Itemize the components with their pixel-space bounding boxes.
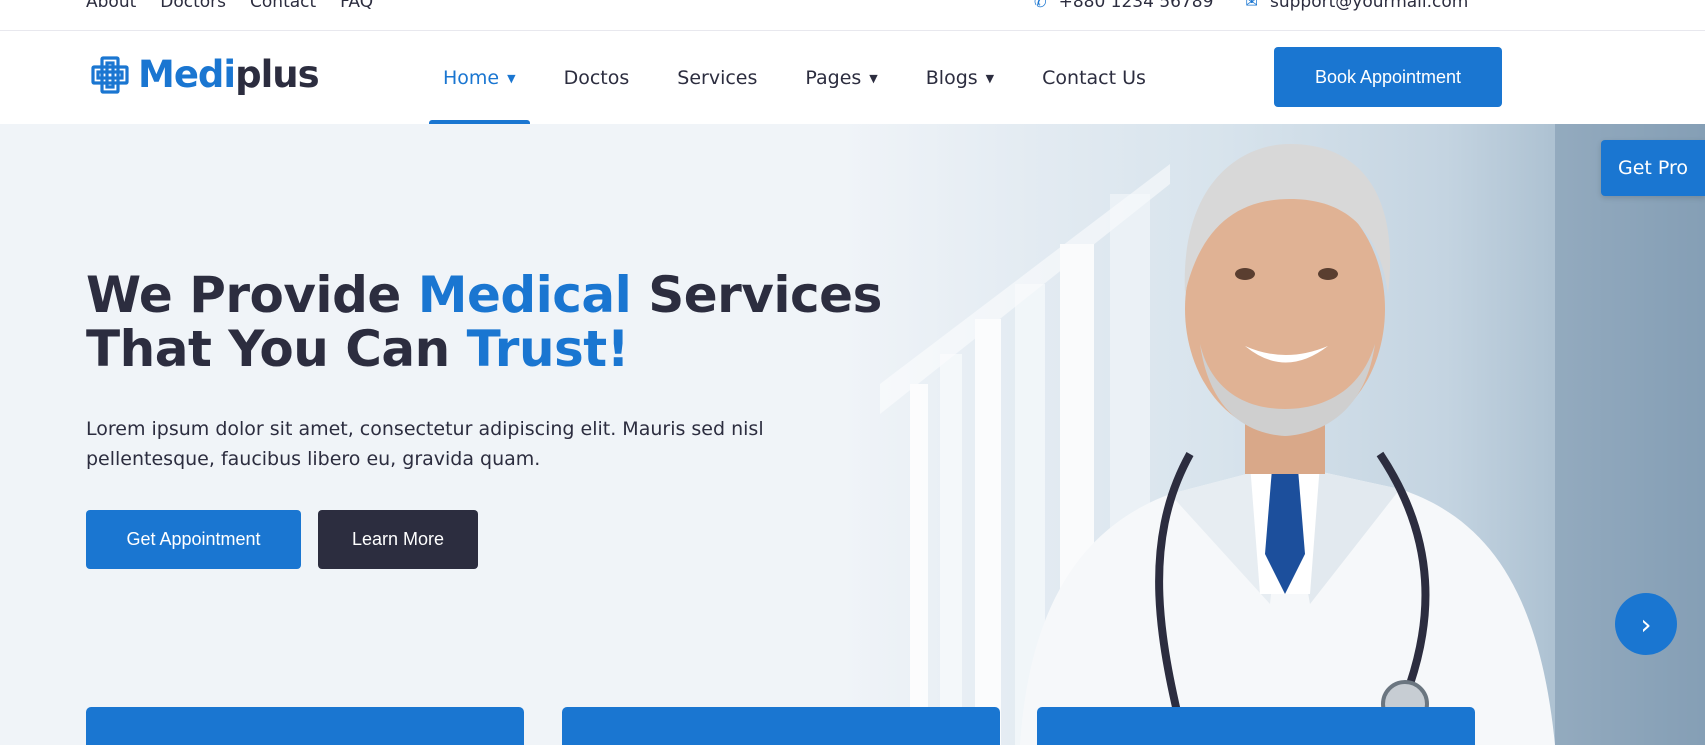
feature-card-2 — [562, 707, 1000, 745]
feature-card-1 — [86, 707, 524, 745]
brand-name: Mediplus — [138, 53, 320, 96]
top-link-faq[interactable]: FAQ — [340, 0, 373, 12]
nav-item-home[interactable]: Home ▼ — [429, 31, 530, 124]
hero-title-part-3: That You Can — [86, 320, 467, 378]
medical-cross-icon — [91, 55, 129, 94]
slider-next-button[interactable]: › — [1615, 593, 1677, 655]
feature-card-3 — [1037, 707, 1475, 745]
nav-item-doctors[interactable]: Doctos — [564, 31, 630, 124]
hero-title-part-2: Services — [631, 266, 882, 324]
top-link-about[interactable]: About — [86, 0, 136, 12]
email-icon: ✉ — [1245, 0, 1258, 11]
hero-section: We Provide Medical Services That You Can… — [0, 124, 1705, 745]
nav-item-label: Home — [443, 66, 500, 89]
doctor-photo — [840, 124, 1705, 745]
main-navbar: Mediplus Home ▼ Doctos Services Pages ▼ … — [0, 31, 1705, 124]
nav-menu: Home ▼ Doctos Services Pages ▼ Blogs ▼ C… — [429, 31, 1194, 124]
hero-title: We Provide Medical Services That You Can… — [86, 268, 882, 376]
learn-more-button[interactable]: Learn More — [318, 510, 478, 569]
chevron-right-icon: › — [1640, 607, 1652, 641]
nav-item-contact-us[interactable]: Contact Us — [1042, 31, 1146, 124]
doctor-illustration — [880, 124, 1705, 745]
phone-icon: ✆ — [1034, 0, 1047, 11]
get-appointment-button[interactable]: Get Appointment — [86, 510, 301, 569]
top-contact: ✆ +880 1234 56789 ✉ support@yourmail.com — [1034, 0, 1468, 12]
top-phone[interactable]: ✆ +880 1234 56789 — [1034, 0, 1213, 12]
nav-item-services[interactable]: Services — [677, 31, 757, 124]
chevron-down-icon: ▼ — [869, 72, 878, 85]
chevron-down-icon: ▼ — [507, 72, 516, 85]
hero-title-highlight-1: Medical — [417, 266, 632, 324]
book-appointment-button[interactable]: Book Appointment — [1274, 47, 1502, 107]
nav-item-label: Doctos — [563, 66, 630, 89]
get-pro-button[interactable]: Get Pro — [1601, 140, 1705, 196]
hero-description: Lorem ipsum dolor sit amet, consectetur … — [86, 418, 764, 470]
top-link-doctors[interactable]: Doctors — [160, 0, 226, 12]
logo[interactable]: Mediplus — [90, 53, 320, 96]
nav-item-blogs[interactable]: Blogs ▼ — [926, 31, 994, 124]
top-bar: About Doctors Contact FAQ ✆ +880 1234 56… — [0, 0, 1705, 31]
top-email-text: support@yourmail.com — [1270, 0, 1469, 12]
hero-title-highlight-2: Trust! — [466, 320, 630, 378]
nav-item-label: Blogs — [925, 66, 978, 89]
brand-part-2: plus — [235, 53, 320, 96]
chevron-down-icon: ▼ — [985, 72, 995, 85]
page: About Doctors Contact FAQ ✆ +880 1234 56… — [0, 0, 1705, 745]
nav-item-pages[interactable]: Pages ▼ — [805, 31, 877, 124]
top-link-contact[interactable]: Contact — [250, 0, 316, 12]
nav-item-label: Contact Us — [1042, 66, 1146, 89]
top-email[interactable]: ✉ support@yourmail.com — [1245, 0, 1468, 12]
nav-item-label: Services — [677, 66, 758, 89]
hero-title-part-1: We Provide — [86, 266, 418, 324]
nav-item-label: Pages — [805, 66, 862, 89]
top-links: About Doctors Contact FAQ — [86, 0, 373, 12]
top-phone-text: +880 1234 56789 — [1058, 0, 1214, 12]
brand-part-1: Medi — [138, 53, 236, 96]
